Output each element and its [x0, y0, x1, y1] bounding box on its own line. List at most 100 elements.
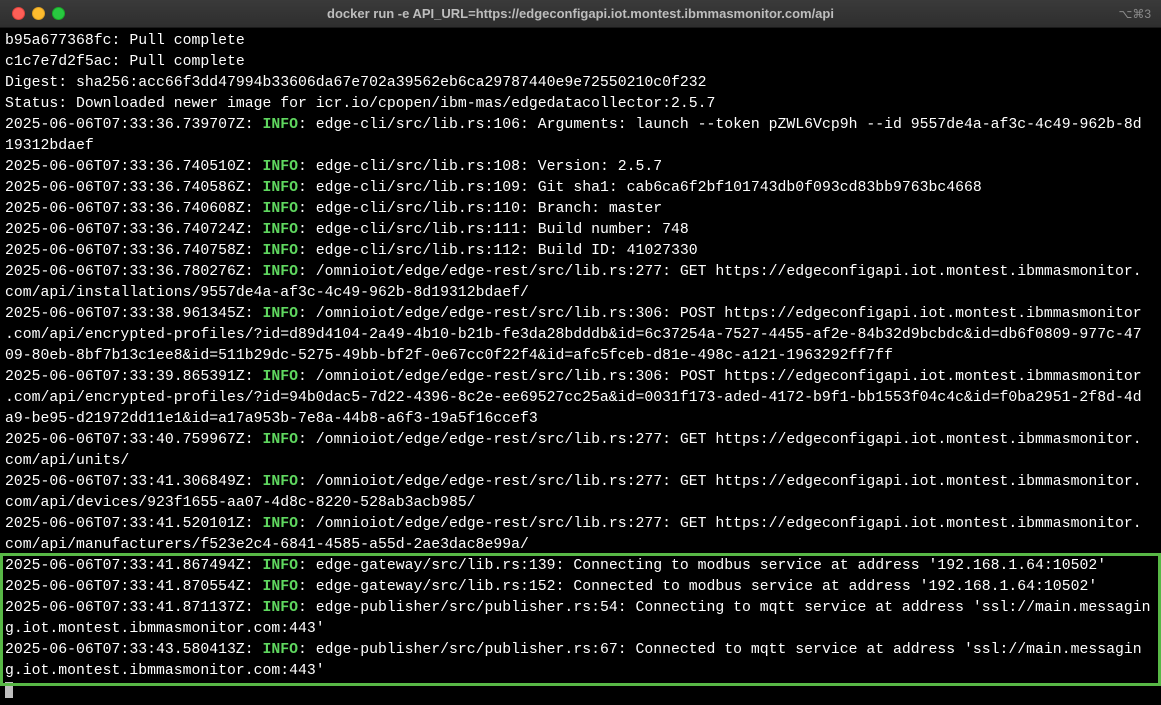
line-text: com/api/devices/923f1655-aa07-4d8c-8220-…	[5, 495, 476, 511]
window-title: docker run -e API_URL=https://edgeconfig…	[327, 6, 834, 21]
log-timestamp: 2025-06-06T07:33:41.867494Z:	[5, 558, 263, 574]
log-level: INFO	[262, 600, 299, 616]
line-text: .com/api/encrypted-profiles/?id=94b0dac5…	[5, 390, 1142, 406]
line-text: com/api/manufacturers/f523e2c4-6841-4585…	[5, 537, 529, 553]
log-message: : edge-cli/src/lib.rs:110: Branch: maste…	[298, 201, 663, 217]
log-message: : /omnioiot/edge/edge-rest/src/lib.rs:27…	[298, 474, 1142, 490]
log-message: : /omnioiot/edge/edge-rest/src/lib.rs:27…	[298, 264, 1142, 280]
line-text: com/api/installations/9557de4a-af3c-4c49…	[5, 285, 529, 301]
terminal-line: 2025-06-06T07:33:41.871137Z: INFO: edge-…	[5, 598, 1159, 619]
terminal-line: 2025-06-06T07:33:38.961345Z: INFO: /omni…	[5, 304, 1159, 325]
terminal-line: .com/api/encrypted-profiles/?id=d89d4104…	[5, 325, 1159, 346]
terminal-line: a9-be95-d21972dd11e1&id=a17a953b-7e8a-44…	[5, 409, 1159, 430]
terminal-line: 2025-06-06T07:33:41.870554Z: INFO: edge-…	[5, 577, 1159, 598]
terminal-line: 2025-06-06T07:33:39.865391Z: INFO: /omni…	[5, 367, 1159, 388]
log-level: INFO	[262, 432, 299, 448]
line-text: 09-80eb-8bf7b13c1ee8&id=511b29dc-5275-49…	[5, 348, 893, 364]
log-level: INFO	[262, 201, 299, 217]
log-timestamp: 2025-06-06T07:33:41.306849Z:	[5, 474, 263, 490]
terminal-line: 2025-06-06T07:33:36.740724Z: INFO: edge-…	[5, 220, 1159, 241]
log-message: : edge-gateway/src/lib.rs:139: Connectin…	[298, 558, 1107, 574]
terminal-line: 2025-06-06T07:33:43.580413Z: INFO: edge-…	[5, 640, 1159, 661]
log-timestamp: 2025-06-06T07:33:41.520101Z:	[5, 516, 263, 532]
log-timestamp: 2025-06-06T07:33:41.871137Z:	[5, 600, 263, 616]
log-level: INFO	[262, 642, 299, 658]
log-timestamp: 2025-06-06T07:33:36.740724Z:	[5, 222, 263, 238]
line-text: c1c7e7d2f5ac: Pull complete	[5, 54, 245, 70]
log-level: INFO	[262, 264, 299, 280]
terminal-output[interactable]: b95a677368fc: Pull complete c1c7e7d2f5ac:…	[5, 31, 1159, 703]
window-shortcut-label: ⌥⌘3	[1118, 7, 1151, 21]
log-level: INFO	[262, 369, 299, 385]
terminal-line: 09-80eb-8bf7b13c1ee8&id=511b29dc-5275-49…	[5, 346, 1159, 367]
terminal-line: 2025-06-06T07:33:36.740758Z: INFO: edge-…	[5, 241, 1159, 262]
line-text: Digest: sha256:acc66f3dd47994b33606da67e…	[5, 75, 707, 91]
line-text: .com/api/encrypted-profiles/?id=d89d4104…	[5, 327, 1142, 343]
log-message: : edge-cli/src/lib.rs:111: Build number:…	[298, 222, 689, 238]
log-level: INFO	[262, 117, 299, 133]
log-level: INFO	[262, 180, 299, 196]
log-level: INFO	[262, 159, 299, 175]
log-timestamp: 2025-06-06T07:33:39.865391Z:	[5, 369, 263, 385]
terminal-line: 2025-06-06T07:33:41.867494Z: INFO: edge-…	[5, 556, 1159, 577]
log-level: INFO	[262, 474, 299, 490]
terminal-line: Digest: sha256:acc66f3dd47994b33606da67e…	[5, 73, 1159, 94]
terminal-line: com/api/devices/923f1655-aa07-4d8c-8220-…	[5, 493, 1159, 514]
terminal-line: 2025-06-06T07:33:41.520101Z: INFO: /omni…	[5, 514, 1159, 535]
terminal-line: com/api/units/	[5, 451, 1159, 472]
terminal-line: com/api/manufacturers/f523e2c4-6841-4585…	[5, 535, 1159, 556]
line-text: com/api/units/	[5, 453, 130, 469]
log-timestamp: 2025-06-06T07:33:38.961345Z:	[5, 306, 263, 322]
terminal-line: .com/api/encrypted-profiles/?id=94b0dac5…	[5, 388, 1159, 409]
terminal-line: 2025-06-06T07:33:41.306849Z: INFO: /omni…	[5, 472, 1159, 493]
log-message: : /omnioiot/edge/edge-rest/src/lib.rs:30…	[298, 369, 1142, 385]
log-level: INFO	[262, 306, 299, 322]
terminal-line: 19312bdaef	[5, 136, 1159, 157]
line-text: b95a677368fc: Pull complete	[5, 33, 245, 49]
log-timestamp: 2025-06-06T07:33:36.740758Z:	[5, 243, 263, 259]
prompt-line[interactable]	[5, 682, 1159, 703]
log-level: INFO	[262, 579, 299, 595]
terminal-line: 2025-06-06T07:33:36.780276Z: INFO: /omni…	[5, 262, 1159, 283]
terminal-line: g.iot.montest.ibmmasmonitor.com:443'	[5, 619, 1159, 640]
log-timestamp: 2025-06-06T07:33:36.740586Z:	[5, 180, 263, 196]
log-timestamp: 2025-06-06T07:33:36.739707Z:	[5, 117, 263, 133]
line-text: Status: Downloaded newer image for icr.i…	[5, 96, 716, 112]
log-level: INFO	[262, 243, 299, 259]
terminal-line: c1c7e7d2f5ac: Pull complete	[5, 52, 1159, 73]
log-message: : edge-publisher/src/publisher.rs:67: Co…	[298, 642, 1142, 658]
line-text: g.iot.montest.ibmmasmonitor.com:443'	[5, 621, 325, 637]
log-timestamp: 2025-06-06T07:33:36.740608Z:	[5, 201, 263, 217]
terminal-window: docker run -e API_URL=https://edgeconfig…	[0, 0, 1161, 705]
log-level: INFO	[262, 558, 299, 574]
log-message: : /omnioiot/edge/edge-rest/src/lib.rs:30…	[298, 306, 1142, 322]
log-message: : edge-cli/src/lib.rs:112: Build ID: 410…	[298, 243, 698, 259]
log-timestamp: 2025-06-06T07:33:40.759967Z:	[5, 432, 263, 448]
log-message: : edge-gateway/src/lib.rs:152: Connected…	[298, 579, 1098, 595]
terminal-line: g.iot.montest.ibmmasmonitor.com:443'	[5, 661, 1159, 682]
log-timestamp: 2025-06-06T07:33:36.780276Z:	[5, 264, 263, 280]
line-text: a9-be95-d21972dd11e1&id=a17a953b-7e8a-44…	[5, 411, 538, 427]
terminal-line: 2025-06-06T07:33:36.740586Z: INFO: edge-…	[5, 178, 1159, 199]
log-message: : edge-publisher/src/publisher.rs:54: Co…	[298, 600, 1151, 616]
log-timestamp: 2025-06-06T07:33:36.740510Z:	[5, 159, 263, 175]
log-timestamp: 2025-06-06T07:33:43.580413Z:	[5, 642, 263, 658]
line-text: 19312bdaef	[5, 138, 94, 154]
terminal-line: 2025-06-06T07:33:36.740510Z: INFO: edge-…	[5, 157, 1159, 178]
terminal-line: com/api/installations/9557de4a-af3c-4c49…	[5, 283, 1159, 304]
log-timestamp: 2025-06-06T07:33:41.870554Z:	[5, 579, 263, 595]
terminal-line: b95a677368fc: Pull complete	[5, 31, 1159, 52]
log-message: : /omnioiot/edge/edge-rest/src/lib.rs:27…	[298, 516, 1142, 532]
log-level: INFO	[262, 516, 299, 532]
log-level: INFO	[262, 222, 299, 238]
log-message: : edge-cli/src/lib.rs:108: Version: 2.5.…	[298, 159, 663, 175]
log-message: : edge-cli/src/lib.rs:109: Git sha1: cab…	[298, 180, 982, 196]
terminal-line: 2025-06-06T07:33:40.759967Z: INFO: /omni…	[5, 430, 1159, 451]
log-message: : edge-cli/src/lib.rs:106: Arguments: la…	[298, 117, 1142, 133]
terminal-line: 2025-06-06T07:33:36.739707Z: INFO: edge-…	[5, 115, 1159, 136]
log-message: : /omnioiot/edge/edge-rest/src/lib.rs:27…	[298, 432, 1142, 448]
terminal-line: 2025-06-06T07:33:36.740608Z: INFO: edge-…	[5, 199, 1159, 220]
title-bar: docker run -e API_URL=https://edgeconfig…	[0, 0, 1161, 28]
terminal-line: Status: Downloaded newer image for icr.i…	[5, 94, 1159, 115]
text-cursor	[5, 682, 13, 698]
